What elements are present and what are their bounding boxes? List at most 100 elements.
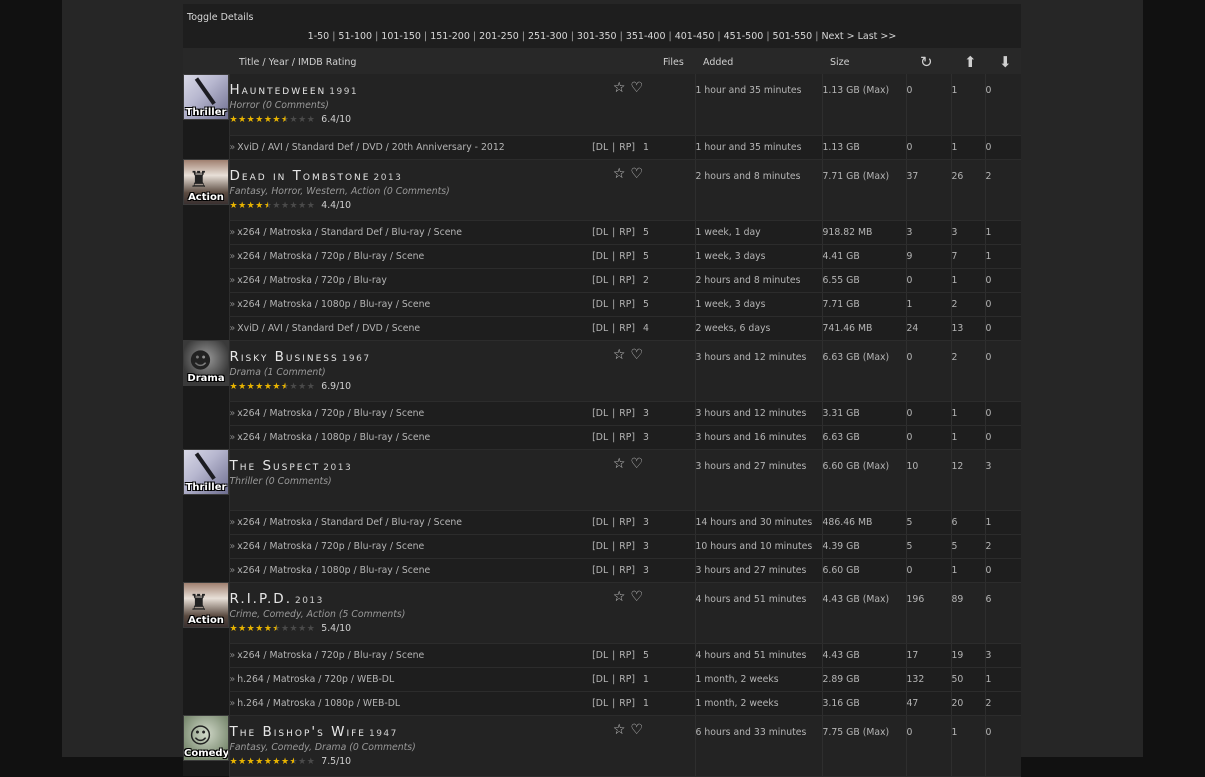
pager-link[interactable]: Next > <box>821 31 854 42</box>
movie-title-text[interactable]: The Bishop's Wife <box>230 724 366 740</box>
leechers-down-arrow-icon[interactable]: ⬇ <box>999 53 1012 71</box>
release-name-link[interactable]: x264 / Matroska / Standard Def / Blu-ray… <box>237 517 462 528</box>
column-size-header[interactable]: Size <box>830 57 850 68</box>
report-link[interactable]: RP <box>619 275 631 286</box>
genre-list[interactable]: Fantasy, Comedy, Drama <box>230 742 347 753</box>
favorite-heart-icon[interactable]: ♡ <box>630 589 643 605</box>
pager-link[interactable]: 151-200 <box>430 31 470 42</box>
report-link[interactable]: RP <box>619 432 631 443</box>
genre-list[interactable]: Crime, Comedy, Action <box>230 609 336 620</box>
download-link[interactable]: DL <box>596 323 608 334</box>
comments-link[interactable]: (0 Comments) <box>265 476 332 487</box>
bookmark-star-icon[interactable]: ☆ <box>613 589 626 605</box>
movie-title[interactable]: Hauntedween 1991 <box>230 82 644 98</box>
pager-link[interactable]: 1-50 <box>308 31 330 42</box>
movie-title-text[interactable]: R.I.P.D. <box>230 591 292 607</box>
favorite-heart-icon[interactable]: ♡ <box>630 347 643 363</box>
report-link[interactable]: RP <box>619 698 631 709</box>
download-link[interactable]: DL <box>596 517 608 528</box>
release-name-link[interactable]: h.264 / Matroska / 720p / WEB-DL <box>237 674 394 685</box>
download-link[interactable]: DL <box>596 432 608 443</box>
pager-link[interactable]: 201-250 <box>479 31 519 42</box>
bookmark-star-icon[interactable]: ☆ <box>613 456 626 472</box>
comments-link[interactable]: (5 Comments) <box>339 609 406 620</box>
release-name-link[interactable]: x264 / Matroska / 720p / Blu-ray / Scene <box>237 251 424 262</box>
pager-link[interactable]: 301-350 <box>577 31 617 42</box>
comments-link[interactable]: (0 Comments) <box>349 742 416 753</box>
report-link[interactable]: RP <box>619 650 631 661</box>
release-name-link[interactable]: x264 / Matroska / Standard Def / Blu-ray… <box>237 227 462 238</box>
movie-title[interactable]: The Suspect 2013 <box>230 458 644 474</box>
report-link[interactable]: RP <box>619 323 631 334</box>
report-link[interactable]: RP <box>619 408 631 419</box>
column-added-header[interactable]: Added <box>703 57 733 68</box>
download-link[interactable]: DL <box>596 251 608 262</box>
release-name-link[interactable]: x264 / Matroska / 720p / Blu-ray / Scene <box>237 541 424 552</box>
release-name-link[interactable]: x264 / Matroska / 1080p / Blu-ray / Scen… <box>237 299 430 310</box>
movie-title-text[interactable]: Risky Business <box>230 349 339 365</box>
genre-poster-thriller[interactable]: ┃ Thriller <box>183 74 229 120</box>
release-name-link[interactable]: x264 / Matroska / 720p / Blu-ray <box>237 275 387 286</box>
movie-title[interactable]: R.I.P.D. 2013 <box>230 591 644 607</box>
download-link[interactable]: DL <box>596 275 608 286</box>
report-link[interactable]: RP <box>619 541 631 552</box>
movie-title-text[interactable]: Dead in Tombstone <box>230 168 371 184</box>
comments-link[interactable]: (1 Comment) <box>264 367 326 378</box>
favorite-heart-icon[interactable]: ♡ <box>630 722 643 738</box>
genre-poster-comedy[interactable]: ☺ Comedy <box>183 715 229 761</box>
comments-link[interactable]: (0 Comments) <box>262 100 329 111</box>
download-link[interactable]: DL <box>596 674 608 685</box>
movie-title[interactable]: Dead in Tombstone 2013 <box>230 168 644 184</box>
movie-title[interactable]: The Bishop's Wife 1947 <box>230 724 644 740</box>
release-name-link[interactable]: x264 / Matroska / 1080p / Blu-ray / Scen… <box>237 432 430 443</box>
favorite-heart-icon[interactable]: ♡ <box>630 80 643 96</box>
column-title-header[interactable]: Title / Year / IMDB Rating <box>239 57 356 68</box>
genre-list[interactable]: Thriller <box>230 476 263 487</box>
favorite-heart-icon[interactable]: ♡ <box>630 166 643 182</box>
genre-list[interactable]: Drama <box>230 367 261 378</box>
bookmark-star-icon[interactable]: ☆ <box>613 722 626 738</box>
pager-link[interactable]: 51-100 <box>338 31 372 42</box>
download-link[interactable]: DL <box>596 142 608 153</box>
movie-title-text[interactable]: Hauntedween <box>230 82 327 98</box>
snatched-refresh-icon[interactable]: ↻ <box>920 53 933 71</box>
report-link[interactable]: RP <box>619 142 631 153</box>
release-name-link[interactable]: XviD / AVI / Standard Def / DVD / 20th A… <box>237 142 504 153</box>
movie-title[interactable]: Risky Business 1967 <box>230 349 644 365</box>
report-link[interactable]: RP <box>619 251 631 262</box>
release-name-link[interactable]: x264 / Matroska / 720p / Blu-ray / Scene <box>237 408 424 419</box>
download-link[interactable]: DL <box>596 698 608 709</box>
download-link[interactable]: DL <box>596 541 608 552</box>
toggle-details-link[interactable]: Toggle Details <box>187 12 254 23</box>
genre-poster-action[interactable]: ♜ Action <box>183 159 229 205</box>
comments-link[interactable]: (0 Comments) <box>383 186 450 197</box>
release-name-link[interactable]: h.264 / Matroska / 1080p / WEB-DL <box>237 698 400 709</box>
bookmark-star-icon[interactable]: ☆ <box>613 347 626 363</box>
download-link[interactable]: DL <box>596 565 608 576</box>
genre-poster-drama[interactable]: ☻ Drama <box>183 340 229 386</box>
genre-list[interactable]: Fantasy, Horror, Western, Action <box>230 186 381 197</box>
download-link[interactable]: DL <box>596 650 608 661</box>
pager-link[interactable]: 251-300 <box>528 31 568 42</box>
pager-link[interactable]: 401-450 <box>675 31 715 42</box>
pager-link[interactable]: 351-400 <box>626 31 666 42</box>
column-files-header[interactable]: Files <box>663 57 684 68</box>
bookmark-star-icon[interactable]: ☆ <box>613 80 626 96</box>
download-link[interactable]: DL <box>596 227 608 238</box>
bookmark-star-icon[interactable]: ☆ <box>613 166 626 182</box>
download-link[interactable]: DL <box>596 299 608 310</box>
download-link[interactable]: DL <box>596 408 608 419</box>
pager-link[interactable]: 451-500 <box>724 31 764 42</box>
report-link[interactable]: RP <box>619 227 631 238</box>
report-link[interactable]: RP <box>619 565 631 576</box>
release-name-link[interactable]: x264 / Matroska / 1080p / Blu-ray / Scen… <box>237 565 430 576</box>
genre-poster-thriller[interactable]: ┃ Thriller <box>183 449 229 495</box>
genre-poster-action[interactable]: ♜ Action <box>183 582 229 628</box>
report-link[interactable]: RP <box>619 299 631 310</box>
pager-link[interactable]: 101-150 <box>381 31 421 42</box>
genre-list[interactable]: Horror <box>230 100 260 111</box>
release-name-link[interactable]: x264 / Matroska / 720p / Blu-ray / Scene <box>237 650 424 661</box>
report-link[interactable]: RP <box>619 674 631 685</box>
pager-link[interactable]: Last >> <box>858 31 897 42</box>
favorite-heart-icon[interactable]: ♡ <box>630 456 643 472</box>
